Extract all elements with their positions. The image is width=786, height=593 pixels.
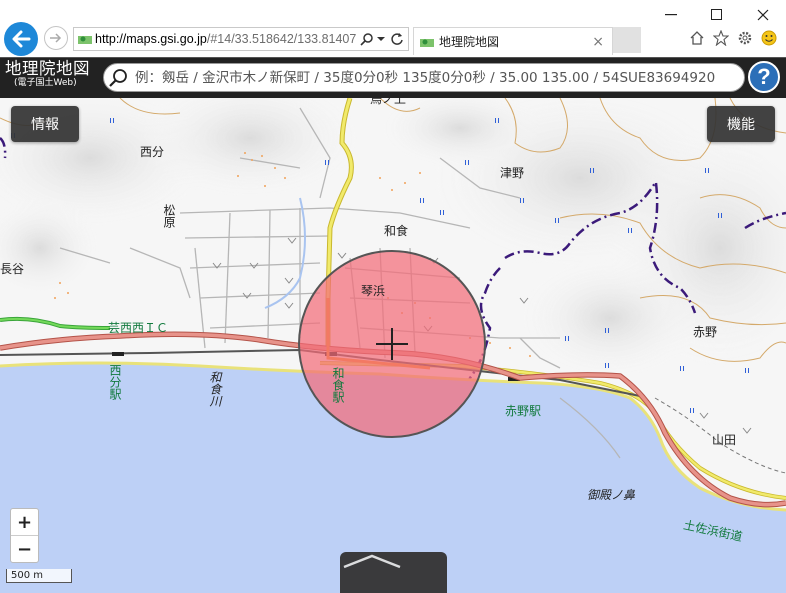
gsi-logo[interactable]: 地理院地図 (電子国土Web) — [5, 59, 90, 88]
minimize-icon[interactable] — [648, 0, 694, 30]
label-akano-station: 赤野駅 — [505, 404, 542, 418]
label-nishibun: 西分 — [140, 145, 165, 159]
back-arrow-icon — [12, 30, 31, 48]
label-nagatani: 長谷 — [0, 262, 25, 276]
function-button[interactable]: 機能 — [707, 106, 775, 142]
tab-close-icon[interactable]: × — [592, 34, 604, 50]
chevron-down-icon[interactable] — [376, 32, 386, 46]
browser-tools — [688, 29, 778, 47]
scale-bar: 500 m — [6, 569, 72, 583]
label-top-cut: 烏ノ上 — [370, 98, 407, 106]
label-interchange: 芸西西ＩＣ — [108, 321, 169, 335]
new-tab-button[interactable] — [613, 27, 641, 53]
label-matsubara: 松原 — [162, 204, 176, 228]
gear-icon[interactable] — [736, 29, 754, 47]
search-input[interactable] — [133, 68, 744, 87]
search-icon[interactable] — [108, 67, 130, 89]
label-tsuno: 津野 — [500, 166, 525, 180]
chevron-up-icon — [343, 554, 401, 569]
maximize-icon[interactable] — [694, 0, 740, 30]
label-gotenbana: 御殿ノ鼻 — [587, 488, 636, 502]
url-text[interactable]: http://maps.gsi.go.jp/#14/33.518642/133.… — [95, 32, 356, 46]
url-host: http://maps.gsi.go.jp — [95, 32, 207, 46]
address-bar[interactable]: http://maps.gsi.go.jp/#14/33.518642/133.… — [73, 27, 409, 51]
label-yamada: 山田 — [712, 433, 737, 447]
close-window-icon[interactable] — [740, 0, 786, 30]
home-icon[interactable] — [688, 29, 706, 47]
logo-title: 地理院地図 — [5, 59, 90, 78]
smiley-icon[interactable] — [760, 29, 778, 47]
zoom-out-button[interactable]: − — [11, 536, 38, 562]
search-box[interactable] — [103, 63, 745, 92]
window-controls — [648, 0, 786, 30]
bottom-panel-toggle[interactable] — [340, 552, 447, 593]
refresh-icon[interactable] — [390, 32, 404, 46]
info-button[interactable]: 情報 — [11, 106, 79, 142]
label-wajiki-river: 和食川 — [208, 371, 222, 407]
logo-subtitle: (電子国土Web) — [14, 77, 77, 88]
search-icon[interactable] — [360, 32, 374, 46]
zoom-control: + − — [10, 508, 39, 563]
tab-favicon-icon — [420, 37, 434, 47]
label-wajiki-station: 和食駅 — [331, 367, 345, 403]
url-path: /#14/33.518642/133.814077/ — [206, 32, 356, 46]
back-button[interactable] — [4, 22, 38, 56]
label-kotogahama: 琴浜 — [361, 284, 386, 298]
label-akano: 赤野 — [693, 325, 718, 339]
browser-chrome: http://maps.gsi.go.jp/#14/33.518642/133.… — [0, 0, 786, 57]
zoom-in-button[interactable]: + — [11, 509, 38, 536]
favorites-star-icon[interactable] — [712, 29, 730, 47]
tab-gsi[interactable]: 地理院地図 × — [413, 27, 613, 55]
forward-button[interactable] — [44, 26, 68, 50]
label-nishibun-station: 西分駅 — [108, 364, 122, 400]
gsi-header: 地理院地図 (電子国土Web) ? — [0, 57, 786, 98]
site-favicon-icon — [78, 34, 92, 44]
label-wajiki: 和食 — [384, 224, 409, 238]
map-view[interactable]: 西分 松原 和食 津野 長谷 琴浜 赤野 山田 烏ノ上 芸西西ＩＣ 西分駅 和食… — [0, 98, 786, 593]
map-canvas[interactable] — [0, 98, 786, 593]
help-button[interactable]: ? — [748, 61, 780, 93]
forward-arrow-icon — [50, 33, 62, 43]
tab-title: 地理院地図 — [439, 35, 500, 49]
